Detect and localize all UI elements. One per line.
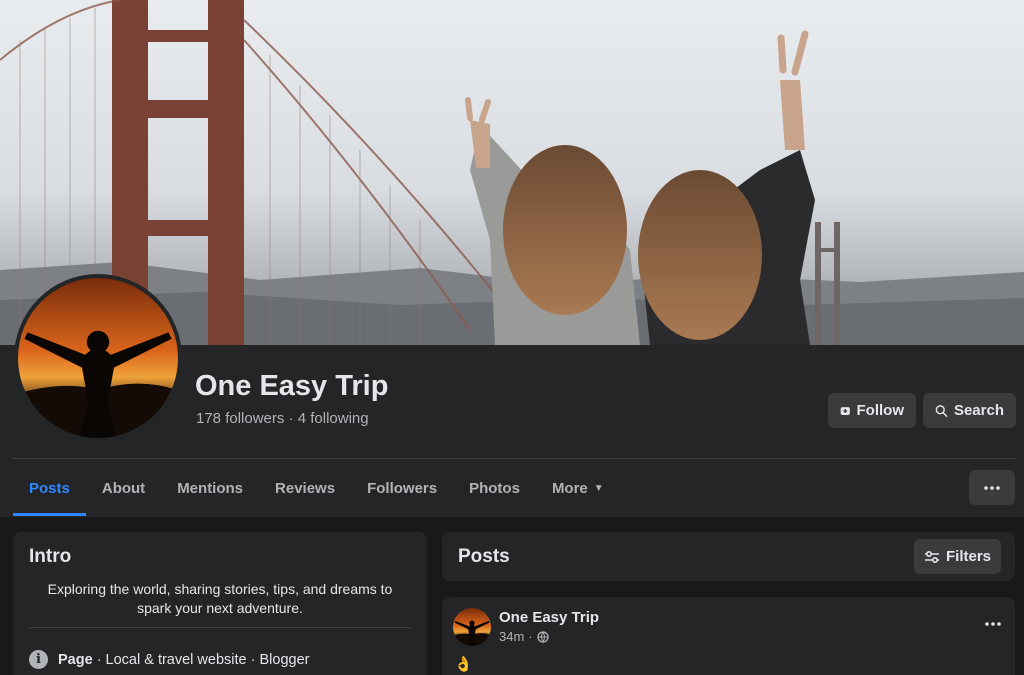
tab-about[interactable]: About	[86, 460, 161, 516]
intro-bio: Exploring the world, sharing stories, ti…	[47, 581, 393, 616]
tab-photos[interactable]: Photos	[453, 460, 536, 516]
search-button[interactable]: Search	[923, 393, 1016, 428]
posts-header-card: Posts Filters	[442, 532, 1015, 581]
tab-posts-label: Posts	[29, 479, 70, 497]
intro-title: Intro	[29, 546, 72, 567]
tab-followers-label: Followers	[367, 479, 438, 497]
tab-photos-label: Photos	[469, 479, 520, 497]
post-author-avatar[interactable]	[453, 608, 491, 646]
cover-photo-image	[0, 0, 1024, 345]
avatar-silhouette-image	[18, 278, 178, 438]
tab-reviews[interactable]: Reviews	[259, 460, 351, 516]
follow-button[interactable]: Follow	[828, 393, 916, 428]
post-options-button[interactable]	[985, 613, 1001, 631]
intro-category-value: · Local & travel website · Blogger	[92, 651, 310, 668]
follow-label: Follow	[856, 402, 905, 419]
intro-divider	[29, 627, 411, 628]
meta-separator: ·	[528, 629, 533, 644]
intro-category: Page · Local & travel website · Blogger	[58, 652, 309, 668]
filters-sliders-icon	[924, 550, 939, 563]
header-divider	[13, 458, 1015, 459]
tab-more-label: More	[551, 479, 588, 497]
caret-down-icon: ▼	[593, 482, 604, 494]
post-avatar-image	[453, 608, 491, 646]
tab-about-label: About	[101, 479, 146, 497]
follow-plus-icon	[840, 406, 850, 415]
intro-category-row: i Page · Local & travel website · Blogge…	[29, 650, 309, 669]
intro-card: Intro Exploring the world, sharing stori…	[13, 532, 427, 675]
info-icon: i	[29, 650, 48, 669]
tab-followers[interactable]: Followers	[351, 460, 453, 516]
page-title: One Easy Trip	[195, 370, 389, 402]
tab-mentions-label: Mentions	[177, 479, 244, 497]
tab-reviews-label: Reviews	[275, 479, 336, 497]
intro-category-label: Page	[58, 651, 93, 668]
profile-tabs: Posts About Mentions Reviews Followers P…	[13, 460, 620, 516]
search-icon	[935, 404, 948, 417]
tab-posts[interactable]: Posts	[13, 460, 86, 516]
ellipsis-icon	[984, 485, 1000, 490]
profile-avatar[interactable]	[14, 274, 182, 442]
globe-icon	[536, 630, 549, 643]
filters-button[interactable]: Filters	[914, 539, 1001, 574]
post-ellipsis-icon	[985, 622, 1001, 626]
followers-count[interactable]: 178 followers · 4 following	[196, 410, 369, 427]
post-timestamp[interactable]: 34m	[499, 629, 524, 644]
search-label: Search	[953, 402, 1004, 419]
post-card: One Easy Trip 34m · 👌	[442, 597, 1015, 675]
tab-mentions[interactable]: Mentions	[161, 460, 259, 516]
tab-more[interactable]: More ▼	[536, 460, 620, 516]
more-options-button[interactable]	[969, 470, 1015, 505]
post-author-name[interactable]: One Easy Trip	[499, 609, 599, 626]
cover-photo[interactable]	[0, 0, 1024, 345]
post-content-emoji: 👌	[454, 656, 473, 673]
post-meta: 34m ·	[499, 629, 549, 644]
filters-label: Filters	[945, 548, 991, 565]
posts-title: Posts	[458, 546, 510, 567]
